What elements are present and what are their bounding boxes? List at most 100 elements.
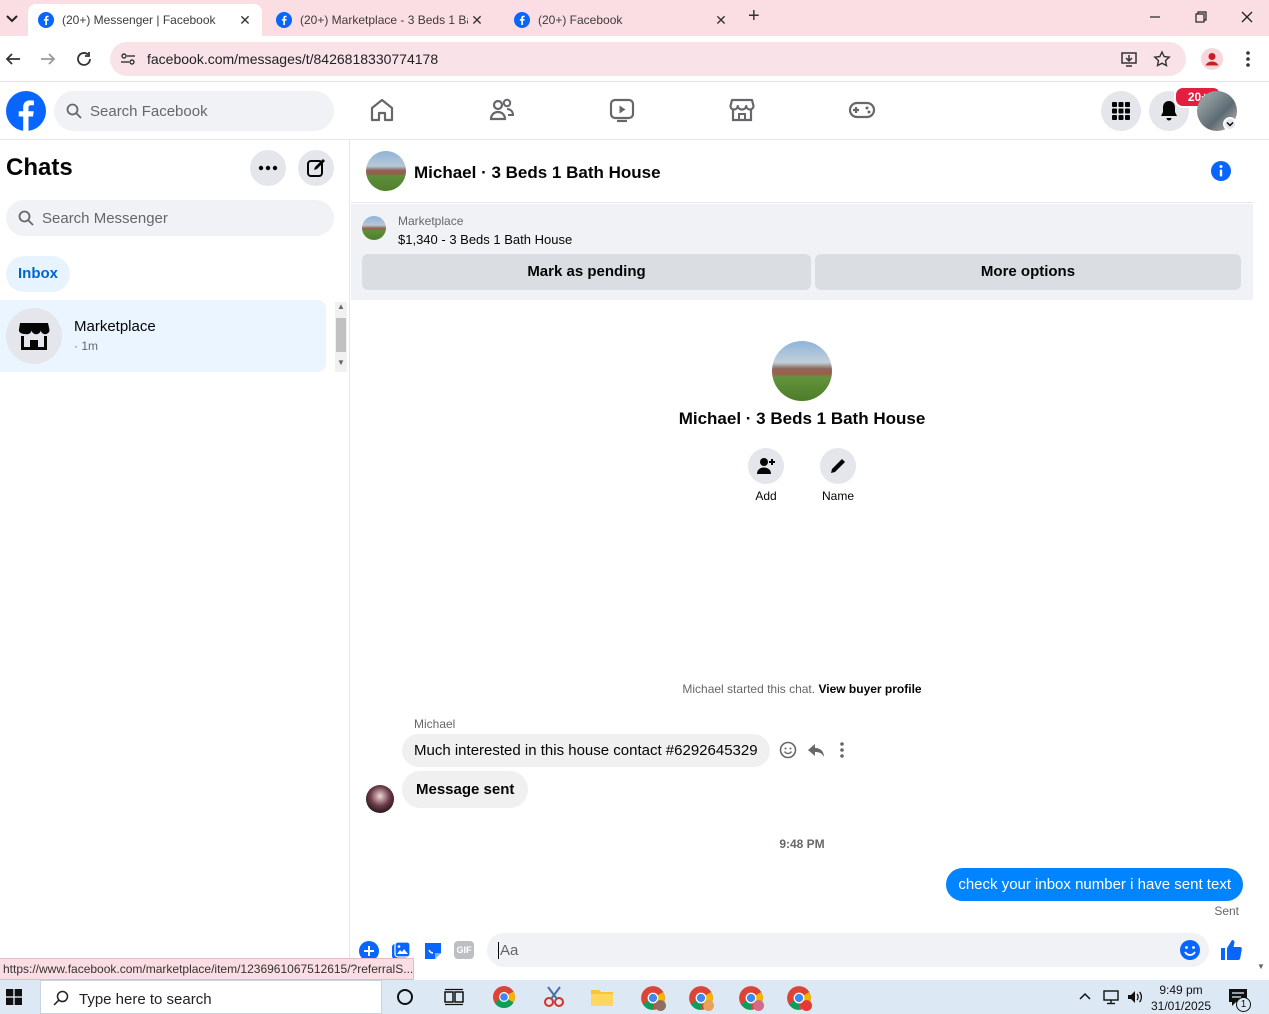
taskbar-search-input[interactable]: Type here to search [40, 980, 382, 1014]
account-chevron-icon[interactable] [1223, 117, 1237, 131]
text-cursor [498, 942, 499, 959]
sidebar-scrollbar[interactable]: ▲ ▼ [335, 302, 347, 372]
account-avatar[interactable] [1197, 91, 1237, 131]
window-close-icon[interactable] [1238, 8, 1256, 26]
message-bubble-incoming[interactable]: Message sent [402, 771, 529, 808]
mark-as-pending-button[interactable]: Mark as pending [362, 254, 811, 290]
back-arrow-icon[interactable] [4, 50, 22, 68]
message-bubble-incoming[interactable]: Much interested in this house contact #6… [402, 734, 770, 767]
chrome-taskbar-icon[interactable] [492, 985, 516, 1009]
facebook-logo-icon[interactable] [6, 91, 46, 131]
cortana-circle-icon[interactable] [396, 988, 414, 1006]
task-view-icon[interactable] [444, 988, 464, 1006]
taskbar-search-placeholder: Type here to search [79, 991, 212, 1008]
browser-menu-icon[interactable] [1240, 49, 1256, 69]
info-icon[interactable] [1210, 160, 1232, 182]
chrome-profile-taskbar-icon[interactable] [786, 985, 812, 1011]
video-icon[interactable] [608, 96, 636, 124]
home-icon[interactable] [368, 96, 396, 124]
bookmark-star-icon[interactable] [1153, 50, 1171, 68]
listing-banner: Marketplace $1,340 - 3 Beds 1 Bath House… [351, 204, 1253, 300]
search-placeholder: Search Facebook [90, 103, 208, 120]
scroll-thumb[interactable] [336, 318, 346, 352]
file-explorer-icon[interactable] [590, 986, 614, 1008]
add-person-icon [756, 457, 776, 475]
taskbar-date[interactable]: 31/01/2025 [1150, 999, 1212, 1013]
react-emoji-icon[interactable] [779, 741, 797, 759]
tab-marketplace[interactable]: (20+) Marketplace - 3 Beds 1 Ba ✕ [266, 4, 500, 36]
profile-avatar[interactable] [772, 341, 832, 401]
sender-avatar[interactable] [366, 785, 394, 813]
tab-search-chevron-icon[interactable] [2, 8, 22, 28]
new-tab-plus-icon[interactable]: + [748, 6, 768, 26]
menu-grid-button[interactable] [1101, 91, 1141, 131]
more-vertical-icon[interactable] [837, 741, 847, 759]
message-input[interactable]: Aa [487, 933, 1209, 967]
chats-sidebar: Chats Search Messenger Inbox Marketplace… [0, 140, 350, 960]
inbox-filter-chip[interactable]: Inbox [6, 256, 70, 292]
volume-icon[interactable] [1126, 989, 1144, 1005]
taskbar-time[interactable]: 9:49 pm [1150, 983, 1212, 997]
scroll-down-arrow-icon[interactable]: ▼ [1257, 962, 1265, 971]
tab-close-icon[interactable]: ✕ [468, 12, 486, 29]
view-buyer-profile-link[interactable]: View buyer profile [818, 682, 921, 696]
new-message-button[interactable] [298, 150, 334, 186]
window-minimize-icon[interactable] [1146, 8, 1164, 26]
tab-close-icon[interactable]: ✕ [236, 12, 254, 29]
marketplace-store-icon [17, 319, 51, 353]
emoji-icon[interactable] [1179, 939, 1201, 961]
chat-options-button[interactable] [250, 150, 286, 186]
forward-arrow-icon[interactable] [39, 50, 57, 68]
window-restore-icon[interactable] [1192, 8, 1210, 26]
add-people-button[interactable] [748, 448, 784, 484]
site-info-tune-icon[interactable] [120, 51, 136, 67]
gif-icon[interactable]: GIF [454, 941, 474, 959]
tab-facebook[interactable]: (20+) Facebook ✕ [504, 4, 738, 36]
conversation-avatar[interactable] [366, 151, 406, 191]
reload-icon[interactable] [75, 50, 93, 68]
install-app-icon[interactable] [1120, 50, 1138, 68]
search-placeholder: Search Messenger [42, 210, 168, 227]
messenger-search-input[interactable]: Search Messenger [6, 200, 334, 236]
tab-close-icon[interactable]: ✕ [712, 12, 730, 29]
edit-name-button[interactable] [820, 448, 856, 484]
address-bar[interactable]: facebook.com/messages/t/8426818330774178 [110, 42, 1186, 76]
chrome-profile-taskbar-icon[interactable] [640, 985, 666, 1011]
thumbs-up-icon[interactable] [1219, 938, 1243, 962]
status-bar-url: https://www.facebook.com/marketplace/ite… [0, 958, 414, 980]
search-icon [18, 210, 34, 226]
page-scrollbar[interactable]: ▼ [1253, 140, 1269, 975]
friends-icon[interactable] [488, 96, 516, 124]
tray-chevron-up-icon[interactable] [1078, 990, 1092, 1002]
conversation-title[interactable]: Michael · 3 Beds 1 Bath House [414, 163, 661, 183]
windows-start-icon[interactable] [6, 989, 22, 1005]
snipping-tool-icon[interactable] [542, 985, 566, 1009]
facebook-search-input[interactable]: Search Facebook [54, 91, 334, 131]
profile-icon[interactable] [1201, 48, 1223, 70]
chrome-profile-taskbar-icon[interactable] [688, 985, 714, 1011]
scroll-down-arrow-icon[interactable]: ▼ [337, 358, 345, 368]
chrome-profile-taskbar-icon[interactable] [738, 985, 764, 1011]
facebook-favicon-icon [38, 12, 54, 28]
gaming-icon[interactable] [848, 96, 876, 124]
scroll-up-arrow-icon[interactable]: ▲ [337, 302, 345, 312]
more-options-button[interactable]: More options [815, 254, 1241, 290]
search-icon [66, 103, 82, 119]
listing-source: Marketplace [398, 214, 464, 228]
listing-summary[interactable]: $1,340 - 3 Beds 1 Bath House [398, 232, 572, 247]
network-icon[interactable] [1102, 989, 1120, 1005]
marketplace-avatar [6, 308, 62, 364]
message-bubble-outgoing[interactable]: check your inbox number i have sent text [946, 868, 1243, 901]
browser-toolbar: facebook.com/messages/t/8426818330774178 [0, 36, 1269, 82]
url-text: facebook.com/messages/t/8426818330774178 [147, 51, 439, 67]
sticker-icon[interactable] [423, 941, 443, 961]
marketplace-store-icon[interactable] [728, 96, 756, 124]
reply-icon[interactable] [807, 741, 825, 759]
tab-title: (20+) Marketplace - 3 Beds 1 Ba [300, 13, 468, 27]
message-sent-status: Sent [1214, 904, 1239, 918]
listing-thumbnail[interactable] [362, 216, 386, 240]
name-label: Name [821, 489, 854, 503]
tab-messenger[interactable]: (20+) Messenger | Facebook ✕ [28, 4, 262, 36]
pencil-icon [829, 457, 847, 475]
chat-list-item[interactable]: Marketplace · 1m [0, 300, 326, 372]
